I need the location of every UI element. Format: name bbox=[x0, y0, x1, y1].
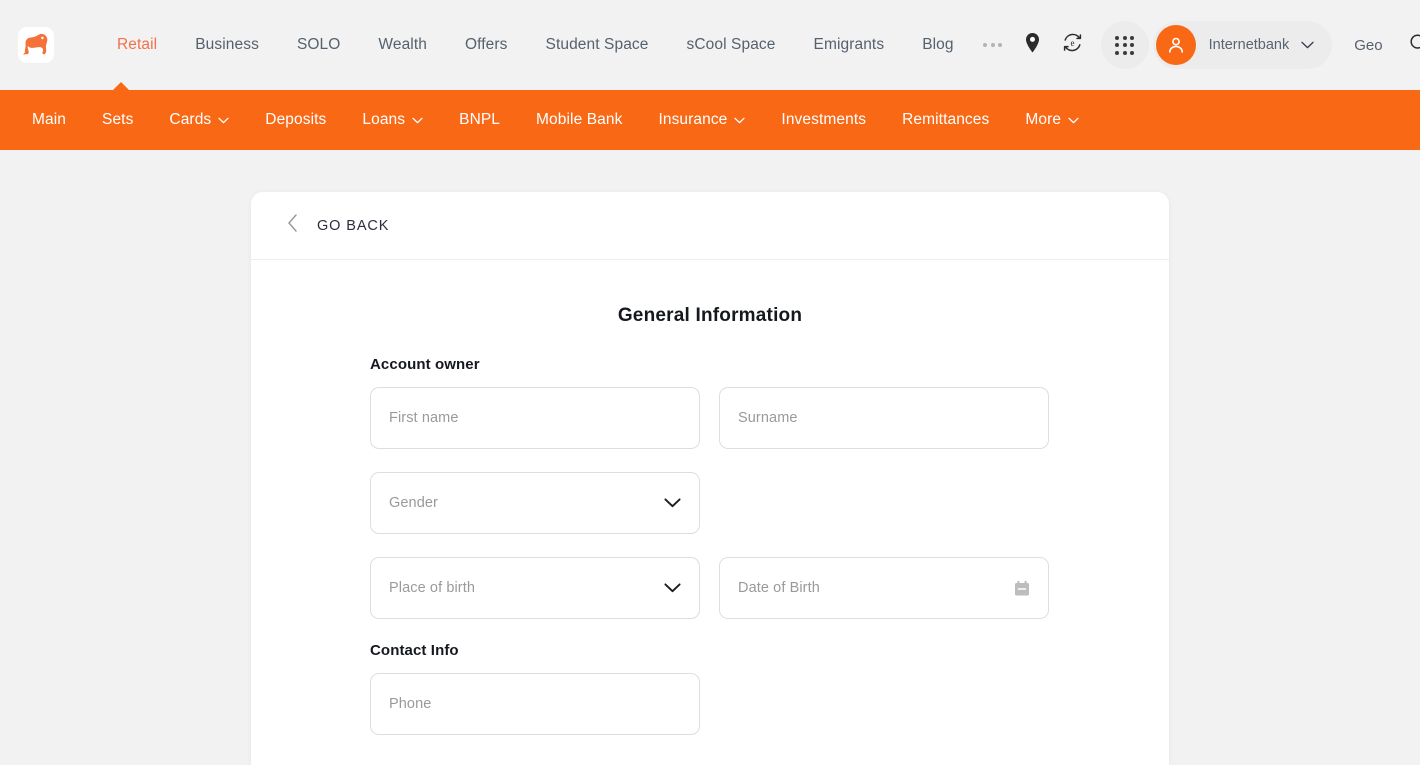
main-nav-label: Remittances bbox=[902, 111, 990, 128]
chevron-down-icon bbox=[1301, 36, 1314, 54]
go-back-button[interactable] bbox=[287, 214, 298, 237]
top-nav-item-wealth[interactable]: Wealth bbox=[359, 36, 446, 54]
apps-grid-icon bbox=[1115, 35, 1135, 55]
chevron-down-icon bbox=[1068, 111, 1079, 129]
surname-field[interactable]: Surname bbox=[719, 387, 1049, 449]
go-back-label[interactable]: GO BACK bbox=[317, 218, 389, 234]
location-pin-icon bbox=[1024, 32, 1041, 59]
main-nav-label: Main bbox=[32, 111, 66, 128]
top-nav: Retail Business SOLO Wealth Offers Stude… bbox=[98, 36, 973, 54]
first-name-field[interactable]: First name bbox=[370, 387, 700, 449]
form-row: Place of birth Date of Birth bbox=[370, 557, 1050, 619]
top-bar: Retail Business SOLO Wealth Offers Stude… bbox=[0, 0, 1420, 90]
place-of-birth-placeholder: Place of birth bbox=[389, 580, 476, 596]
top-bar-actions: e Internetbank Geo bbox=[973, 21, 1420, 69]
main-nav-item-mobile-bank[interactable]: Mobile Bank bbox=[518, 111, 640, 129]
apps-grid-button[interactable] bbox=[1100, 21, 1149, 69]
place-of-birth-select[interactable]: Place of birth bbox=[370, 557, 700, 619]
main-nav-item-more[interactable]: More bbox=[1007, 111, 1097, 129]
chevron-down-icon bbox=[734, 111, 746, 129]
general-information-form: Account owner First name Surname Gender bbox=[370, 327, 1050, 735]
top-nav-item-blog[interactable]: Blog bbox=[903, 36, 972, 54]
branch-locator-button[interactable] bbox=[1013, 25, 1053, 65]
page-title: General Information bbox=[617, 305, 803, 326]
main-nav-label: Investments bbox=[781, 111, 867, 128]
form-card: GO BACK General Information Account owne… bbox=[251, 192, 1169, 765]
account-switcher-label: Internetbank bbox=[1208, 37, 1290, 53]
first-name-placeholder: First name bbox=[389, 410, 459, 426]
chevron-down-icon bbox=[664, 583, 681, 593]
main-nav-item-insurance[interactable]: Insurance bbox=[640, 111, 763, 129]
gender-select[interactable]: Gender bbox=[370, 472, 700, 534]
main-nav-item-deposits[interactable]: Deposits bbox=[247, 111, 344, 129]
user-avatar-icon bbox=[1155, 25, 1196, 65]
main-nav-label: Deposits bbox=[265, 111, 327, 128]
main-nav-item-investments[interactable]: Investments bbox=[763, 111, 884, 129]
language-switcher[interactable]: Geo bbox=[1354, 37, 1382, 54]
main-nav-label: Loans bbox=[362, 111, 406, 128]
date-of-birth-field[interactable]: Date of Birth bbox=[719, 557, 1049, 619]
search-icon bbox=[1409, 33, 1420, 58]
chevron-left-icon bbox=[287, 214, 298, 237]
active-nav-indicator bbox=[113, 82, 129, 90]
top-nav-item-retail[interactable]: Retail bbox=[98, 36, 176, 54]
search-button[interactable] bbox=[1399, 25, 1420, 65]
phone-placeholder: Phone bbox=[389, 696, 432, 712]
main-nav-item-loans[interactable]: Loans bbox=[344, 111, 441, 129]
main-nav-label: Cards bbox=[169, 111, 212, 128]
main-nav-label: BNPL bbox=[459, 111, 501, 128]
svg-text:e: e bbox=[1071, 38, 1075, 48]
main-nav-item-sets[interactable]: Sets bbox=[84, 111, 151, 129]
top-nav-item-scool-space[interactable]: sCool Space bbox=[668, 36, 795, 54]
currency-exchange-icon: e bbox=[1062, 32, 1083, 58]
row-spacer bbox=[719, 673, 1049, 735]
chevron-down-icon bbox=[412, 111, 423, 129]
main-nav-label: More bbox=[1025, 111, 1062, 128]
ellipsis-icon bbox=[983, 43, 1003, 47]
card-body: General Information Account owner First … bbox=[251, 260, 1169, 735]
card-header: GO BACK bbox=[251, 192, 1169, 260]
calendar-icon[interactable] bbox=[1014, 580, 1030, 597]
main-nav: Main Sets Cards Deposits Loans BNPL Mobi… bbox=[0, 90, 1420, 150]
chevron-down-icon bbox=[218, 111, 229, 129]
top-nav-item-solo[interactable]: SOLO bbox=[278, 36, 359, 54]
gender-placeholder: Gender bbox=[389, 495, 438, 511]
more-options-button[interactable] bbox=[973, 25, 1013, 65]
main-nav-label: Sets bbox=[102, 111, 134, 128]
top-nav-item-student-space[interactable]: Student Space bbox=[527, 36, 668, 54]
bulldog-logo-icon bbox=[22, 32, 50, 58]
top-nav-item-business[interactable]: Business bbox=[176, 36, 278, 54]
top-nav-item-emigrants[interactable]: Emigrants bbox=[795, 36, 904, 54]
date-of-birth-placeholder: Date of Birth bbox=[738, 580, 820, 596]
phone-field[interactable]: Phone bbox=[370, 673, 700, 735]
form-row: Gender bbox=[370, 472, 1050, 534]
page-stage: GO BACK General Information Account owne… bbox=[0, 150, 1420, 765]
main-nav-item-remittances[interactable]: Remittances bbox=[884, 111, 1007, 129]
main-nav-item-bnpl[interactable]: BNPL bbox=[441, 111, 518, 129]
form-row: Phone bbox=[370, 673, 1050, 735]
row-spacer bbox=[719, 472, 1049, 534]
main-nav-item-cards[interactable]: Cards bbox=[151, 111, 247, 129]
main-nav-item-main[interactable]: Main bbox=[14, 111, 84, 129]
currency-exchange-button[interactable]: e bbox=[1053, 25, 1093, 65]
form-row: First name Surname bbox=[370, 387, 1050, 449]
section-label-contact-info: Contact Info bbox=[370, 642, 459, 659]
brand-logo[interactable] bbox=[18, 27, 54, 63]
main-nav-label: Insurance bbox=[658, 111, 728, 128]
main-nav-label: Mobile Bank bbox=[536, 111, 623, 128]
surname-placeholder: Surname bbox=[738, 410, 798, 426]
top-nav-item-offers[interactable]: Offers bbox=[446, 36, 527, 54]
section-label-account-owner: Account owner bbox=[370, 356, 480, 373]
chevron-down-icon bbox=[664, 498, 681, 508]
account-switcher[interactable]: Internetbank bbox=[1152, 21, 1333, 69]
